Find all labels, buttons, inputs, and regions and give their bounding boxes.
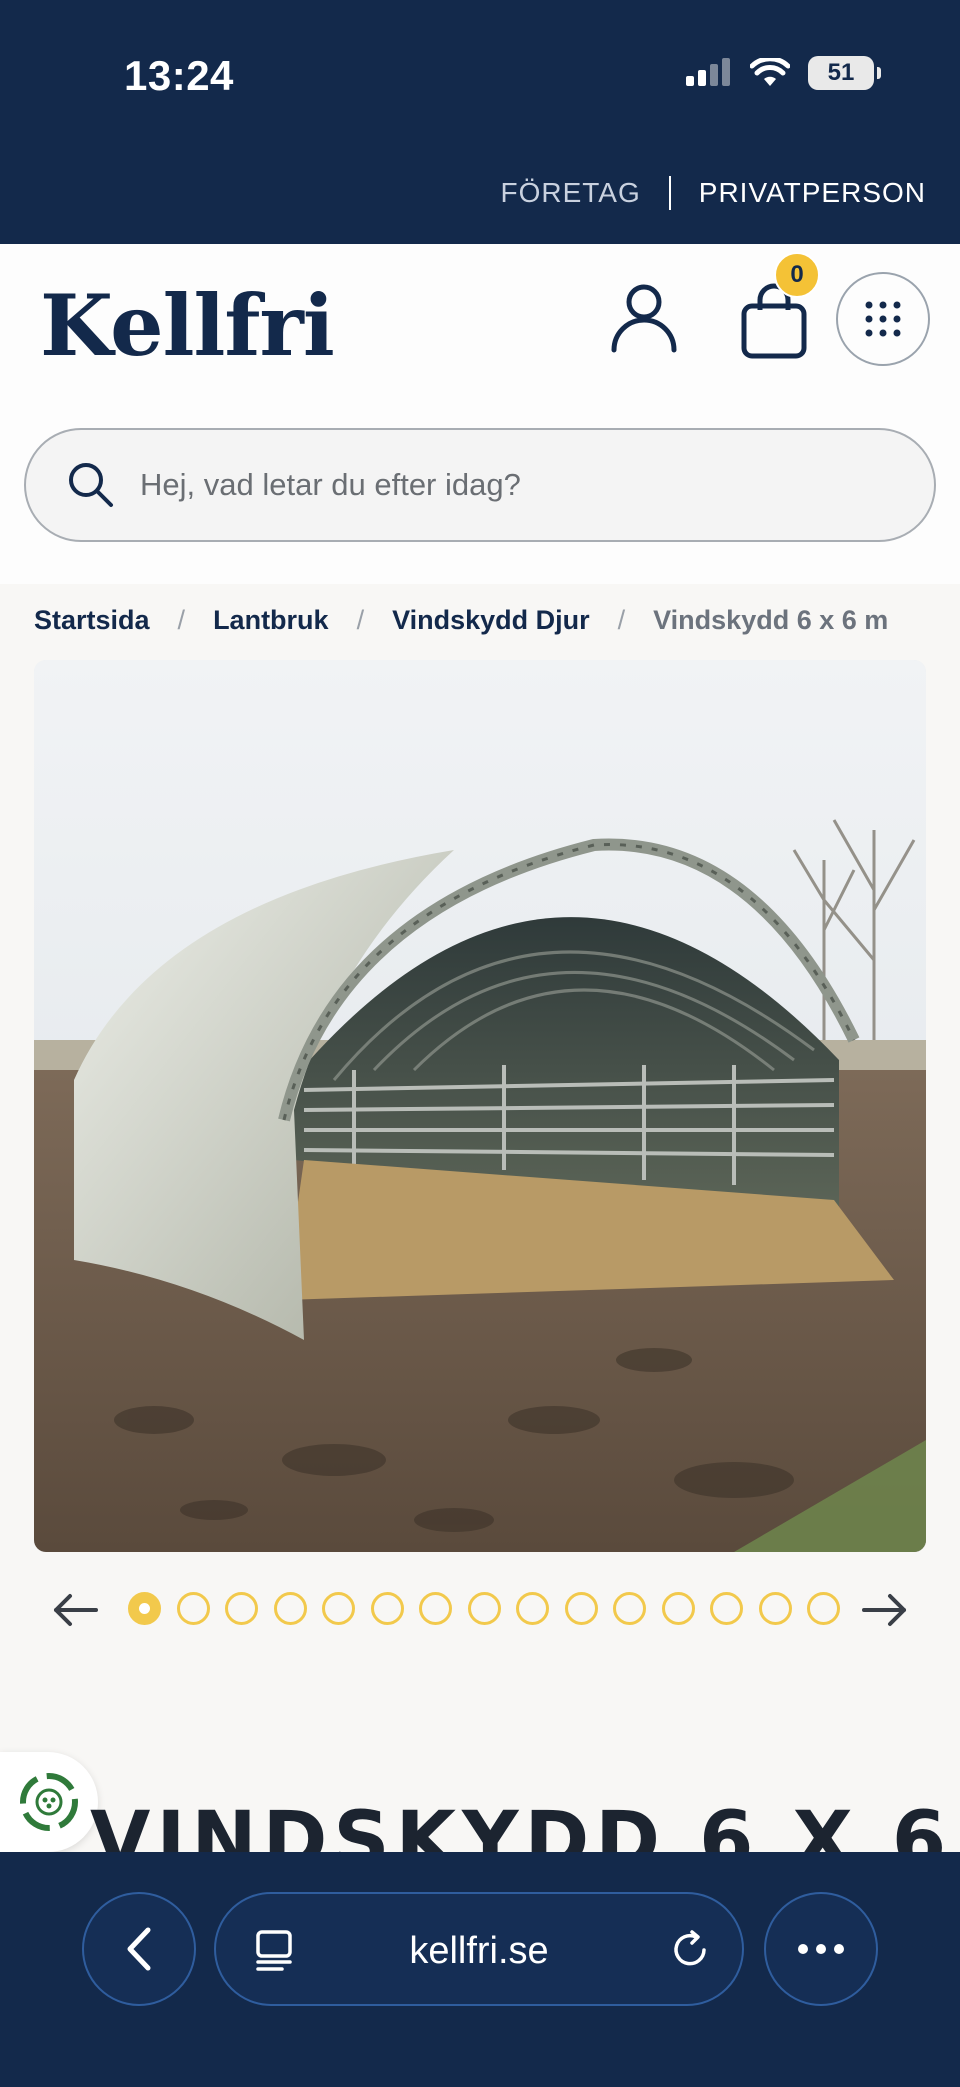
reload-icon[interactable]	[668, 1928, 712, 1972]
business-link[interactable]: FÖRETAG	[501, 177, 641, 209]
wind-shelter-photo	[34, 660, 926, 1552]
top-bar: 13:24 51 FÖRETAG PRIVATPERSON	[0, 0, 960, 244]
status-time: 13:24	[124, 52, 234, 99]
status-icons: 51	[686, 56, 881, 90]
more-dots-icon	[798, 1944, 844, 1954]
carousel-dot[interactable]	[322, 1592, 355, 1625]
arrow-left-icon[interactable]	[52, 1592, 98, 1628]
cellular-signal-icon	[686, 58, 730, 86]
carousel-dot[interactable]	[467, 1592, 501, 1625]
account-icon[interactable]	[606, 278, 682, 354]
carousel-dot[interactable]	[128, 1592, 161, 1625]
product-title: VINDSKYDD 6 X 6 M	[90, 1796, 960, 1852]
carousel-dot[interactable]	[564, 1592, 598, 1625]
carousel-dot[interactable]	[370, 1592, 404, 1625]
divider	[668, 176, 671, 210]
battery-indicator: 51	[808, 56, 881, 90]
chevron-left-icon	[127, 1927, 151, 1971]
menu-button[interactable]	[836, 272, 930, 366]
breadcrumb-separator: /	[177, 604, 186, 635]
grid-menu-icon	[865, 301, 901, 337]
product-title-text: VINDSKYDD 6 X 6 M	[90, 1796, 960, 1852]
carousel-dot[interactable]	[516, 1592, 549, 1625]
search-placeholder: Hej, vad letar du efter idag?	[140, 467, 521, 502]
carousel-dot[interactable]	[273, 1592, 307, 1625]
breadcrumb-lantbruk[interactable]: Lantbruk	[213, 605, 329, 636]
breadcrumb-separator: /	[356, 604, 365, 635]
battery-level: 51	[827, 59, 855, 86]
carousel-dot[interactable]	[710, 1592, 743, 1625]
url-text: kellfri.se	[409, 1930, 549, 1972]
breadcrumb-current: Vindskydd 6 x 6 m	[653, 604, 889, 635]
breadcrumb-vindskydd-djur[interactable]: Vindskydd Djur	[392, 605, 590, 636]
kellfri-logo[interactable]: Kellfri	[40, 276, 335, 375]
browser-more-button[interactable]	[764, 1892, 878, 2006]
recycle-leaf-icon	[20, 1773, 78, 1831]
breadcrumb-home[interactable]: Startsida	[34, 605, 150, 636]
cart-count-badge: 0	[774, 252, 820, 298]
address-bar[interactable]: kellfri.se	[214, 1892, 744, 2006]
browser-toolbar: kellfri.se	[0, 1852, 960, 2087]
search-icon	[69, 463, 113, 507]
carousel-dot[interactable]	[419, 1592, 452, 1625]
carousel-dots	[128, 1592, 840, 1625]
search-input[interactable]: Hej, vad letar du efter idag?	[24, 428, 936, 542]
product-image[interactable]	[34, 660, 926, 1552]
eco-badge[interactable]	[0, 1752, 98, 1852]
browser-back-button[interactable]	[82, 1892, 196, 2006]
breadcrumb-separator: /	[617, 604, 626, 635]
private-link[interactable]: PRIVATPERSON	[699, 177, 926, 209]
carousel-dot[interactable]	[661, 1592, 695, 1625]
carousel-dot[interactable]	[758, 1592, 792, 1625]
carousel-dot[interactable]	[807, 1592, 840, 1625]
wifi-icon	[750, 58, 790, 86]
site-header: Kellfri 0 Hej, vad letar du efter idag?	[0, 244, 960, 584]
account-type-switch: FÖRETAG PRIVATPERSON	[501, 176, 927, 210]
arrow-right-icon[interactable]	[862, 1592, 908, 1628]
carousel-dot[interactable]	[225, 1592, 258, 1625]
carousel-dot[interactable]	[176, 1592, 210, 1625]
breadcrumb: Startsida / Lantbruk / Vindskydd Djur / …	[34, 600, 888, 640]
image-carousel-controls	[0, 1582, 960, 1638]
carousel-dot[interactable]	[613, 1592, 646, 1625]
